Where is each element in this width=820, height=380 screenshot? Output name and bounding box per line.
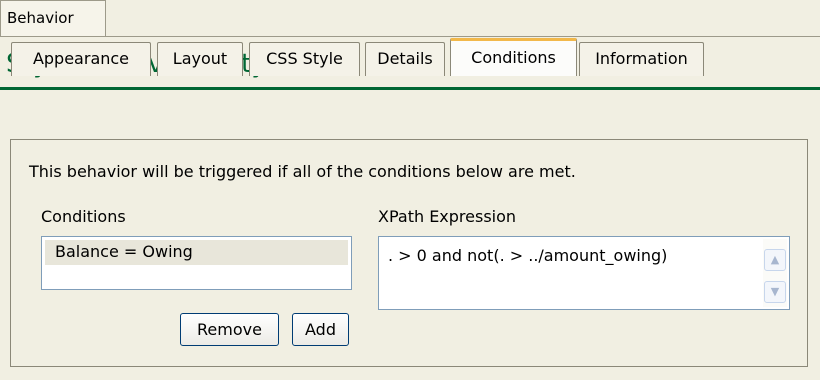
tab-details[interactable]: Details	[365, 42, 445, 76]
intro-text: This behavior will be triggered if all o…	[29, 162, 576, 181]
conditions-list[interactable]: Balance = Owing	[41, 236, 352, 290]
tab-appearance[interactable]: Appearance	[11, 42, 151, 76]
xpath-expression-field[interactable]: . > 0 and not(. > ../amount_owing) ▲ ▼	[378, 236, 790, 310]
list-item[interactable]: Balance = Owing	[45, 240, 348, 265]
tab-behavior[interactable]: Behavior	[0, 0, 106, 36]
scroll-down-arrow-icon[interactable]: ▼	[764, 281, 786, 303]
tab-information[interactable]: Information	[579, 42, 704, 76]
scroll-up-arrow-icon[interactable]: ▲	[764, 249, 786, 271]
conditions-label: Conditions	[41, 207, 126, 226]
conditions-panel: This behavior will be triggered if all o…	[10, 139, 808, 367]
tab-conditions[interactable]: Conditions	[450, 38, 577, 76]
remove-button[interactable]: Remove	[180, 313, 279, 346]
title-divider	[0, 87, 820, 90]
xpath-expression-value: . > 0 and not(. > ../amount_owing)	[388, 246, 668, 265]
xpath-expression-label: XPath Expression	[378, 207, 517, 226]
add-button[interactable]: Add	[292, 313, 349, 346]
tab-css-style[interactable]: CSS Style	[249, 42, 360, 76]
xpath-scrollbar[interactable]: ▲ ▼	[763, 239, 787, 307]
tab-layout[interactable]: Layout	[157, 42, 243, 76]
outer-tab-strip: Behavior	[0, 0, 820, 37]
